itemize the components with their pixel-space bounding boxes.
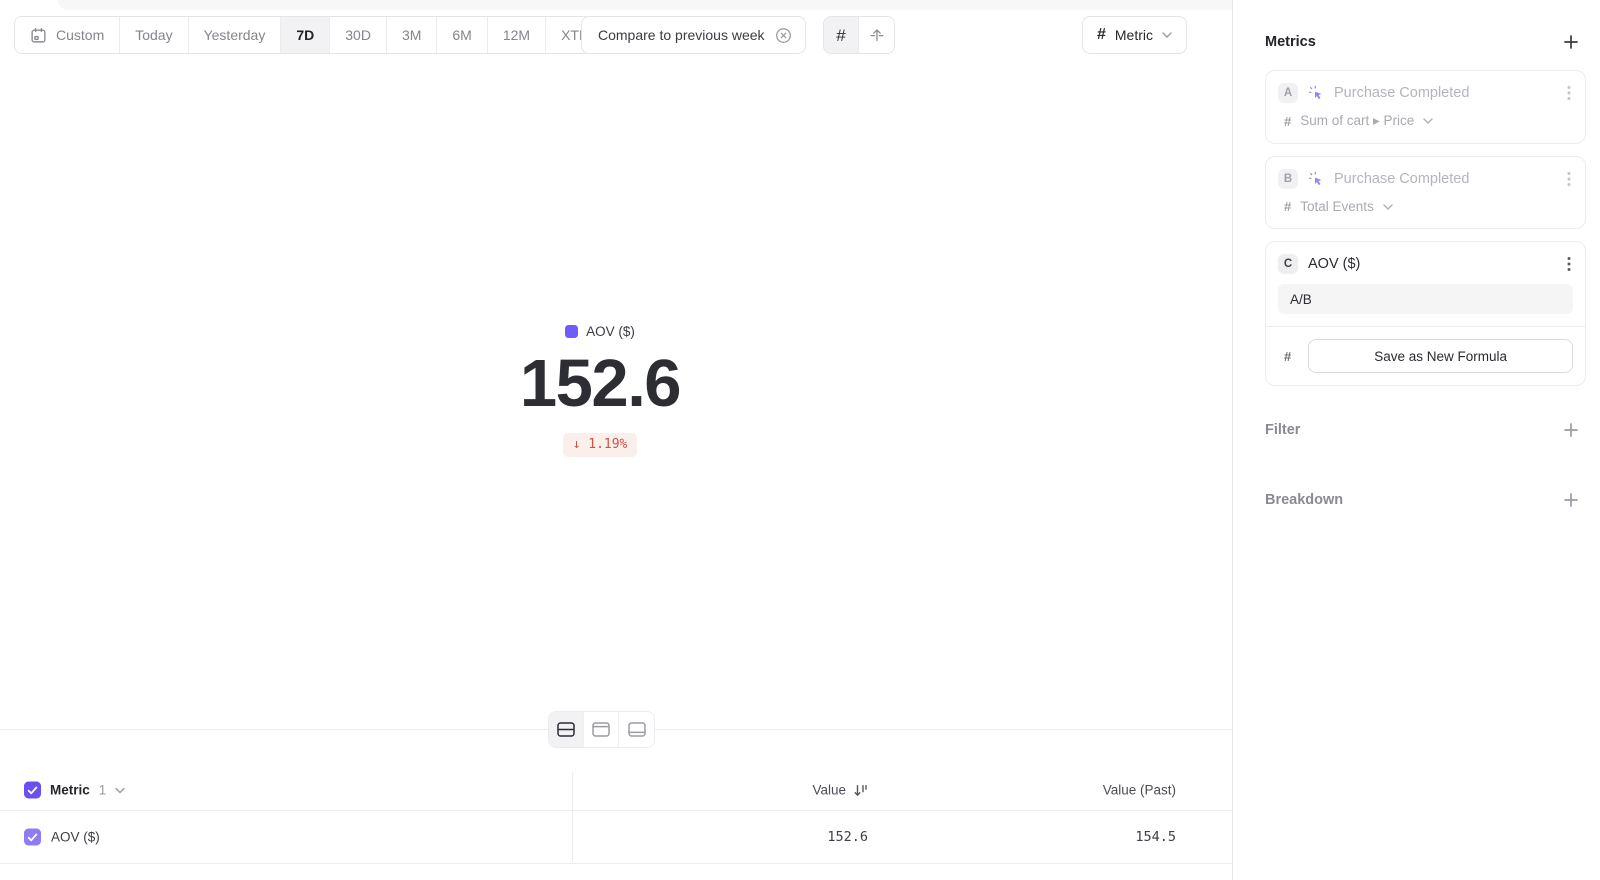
metric-group-checkbox[interactable] — [24, 782, 41, 799]
metric-group-index: 1 — [99, 783, 107, 798]
range-7d[interactable]: 7D — [281, 17, 330, 53]
date-range-group: Custom Today Yesterday 7D 30D 3M 6M 12M … — [14, 16, 624, 54]
calendar-icon — [30, 27, 47, 44]
save-formula-button[interactable]: Save as New Formula — [1308, 339, 1573, 373]
add-breakdown-button[interactable] — [1563, 492, 1579, 508]
formula-input[interactable]: A/B — [1278, 284, 1573, 314]
metric-badge-a: A — [1278, 83, 1298, 103]
hash-icon: # — [1278, 349, 1291, 364]
top-bar-layout-icon — [592, 722, 610, 737]
metrics-title: Metrics — [1265, 34, 1316, 50]
metric-group-label: Metric — [50, 783, 90, 798]
row-value-cell: 152.6 — [827, 829, 868, 845]
formula-c-menu-button[interactable] — [1565, 254, 1573, 274]
metric-b-menu-button[interactable] — [1565, 169, 1573, 189]
event-sparkle-icon — [1308, 171, 1324, 187]
metrics-section-header: Metrics — [1265, 30, 1586, 54]
metric-group-header[interactable]: Metric 1 — [24, 782, 125, 799]
remove-compare-icon[interactable] — [775, 27, 792, 44]
analytics-app: Custom Today Yesterday 7D 30D 3M 6M 12M … — [0, 0, 1600, 880]
formula-text: A/B — [1290, 292, 1312, 307]
query-sidebar: Metrics A Purchase Completed — [1232, 0, 1600, 880]
chart-panel: Custom Today Yesterday 7D 30D 3M 6M 12M … — [0, 0, 1232, 880]
split-view-button[interactable] — [549, 712, 584, 747]
metric-event-name-b: Purchase Completed — [1334, 171, 1469, 187]
compare-chip-label: Compare to previous week — [598, 27, 765, 43]
legend-label: AOV ($) — [586, 324, 635, 339]
chevron-down-icon — [1383, 204, 1393, 210]
kpi-big-number: AOV ($) 152.6 ↓ 1.19% — [0, 323, 1200, 457]
hash-format-button[interactable]: # — [824, 17, 859, 53]
toolbar: Custom Today Yesterday 7D 30D 3M 6M 12M … — [0, 16, 1232, 54]
table-row-divider — [0, 863, 1232, 864]
split-layout-icon — [557, 722, 575, 737]
range-yesterday[interactable]: Yesterday — [189, 17, 282, 53]
measure-label-a: Sum of cart ▸ Price — [1300, 113, 1414, 129]
row-checkbox[interactable] — [24, 829, 41, 846]
chevron-down-icon — [1423, 118, 1433, 124]
table-view-button[interactable] — [619, 712, 654, 747]
layout-toggle-group — [548, 711, 655, 748]
table-header-row: Metric 1 Value Value (Past) — [0, 770, 1232, 810]
value-column-header[interactable]: Value — [812, 783, 868, 798]
metric-card-a[interactable]: A Purchase Completed # Sum of cart ▸ Pri… — [1265, 70, 1586, 144]
legend-swatch — [565, 325, 578, 338]
range-6m[interactable]: 6M — [437, 17, 487, 53]
table-row: AOV ($) 152.6 154.5 — [0, 811, 1232, 863]
kpi-change-badge: ↓ 1.19% — [563, 433, 638, 457]
filter-section-header: Filter — [1265, 422, 1586, 438]
row-metric-name: AOV ($) — [51, 830, 100, 845]
filter-title: Filter — [1265, 422, 1300, 438]
marker-format-button[interactable] — [859, 17, 894, 53]
formula-name-c: AOV ($) — [1308, 256, 1360, 272]
breakdown-title: Breakdown — [1265, 492, 1343, 508]
table-column-divider — [572, 772, 573, 862]
add-metric-button[interactable] — [1563, 34, 1579, 50]
metric-event-name-a: Purchase Completed — [1334, 85, 1469, 101]
row-value-past-cell: 154.5 — [1135, 829, 1176, 845]
range-30d[interactable]: 30D — [330, 17, 387, 53]
hash-icon: # — [1284, 114, 1291, 129]
formula-card-c[interactable]: C AOV ($) A/B # Save as New Formula — [1265, 241, 1586, 386]
sort-descending-icon — [853, 783, 868, 797]
value-past-column-header[interactable]: Value (Past) — [1103, 783, 1176, 798]
metric-a-menu-button[interactable] — [1565, 83, 1573, 103]
kpi-legend: AOV ($) — [0, 323, 1200, 339]
metric-dropdown-label: Metric — [1115, 27, 1153, 43]
arrow-up-from-line-icon — [869, 27, 885, 43]
range-custom[interactable]: Custom — [15, 17, 120, 53]
metric-hash-icon: # — [1097, 27, 1106, 43]
measure-selector-b[interactable]: # Total Events — [1278, 199, 1573, 228]
range-3m[interactable]: 3M — [387, 17, 437, 53]
hash-icon: # — [1284, 199, 1291, 214]
compare-chip[interactable]: Compare to previous week — [581, 16, 806, 54]
measure-label-b: Total Events — [1300, 199, 1374, 214]
breakdown-section-header: Breakdown — [1265, 492, 1586, 508]
chevron-down-icon — [1162, 32, 1172, 38]
results-table: Metric 1 Value Value (Past) — [0, 770, 1232, 864]
value-format-toggle: # — [823, 16, 895, 54]
measure-selector-a[interactable]: # Sum of cart ▸ Price — [1278, 113, 1573, 143]
metric-card-b[interactable]: B Purchase Completed # Total Events — [1265, 156, 1586, 229]
metric-dropdown-button[interactable]: # Metric — [1082, 16, 1187, 54]
range-12m[interactable]: 12M — [488, 17, 546, 53]
chevron-down-icon — [115, 787, 125, 793]
bottom-bar-layout-icon — [628, 722, 646, 737]
range-today[interactable]: Today — [120, 17, 188, 53]
event-sparkle-icon — [1308, 85, 1324, 101]
add-filter-button[interactable] — [1563, 422, 1579, 438]
hash-icon: # — [836, 27, 845, 44]
range-custom-label: Custom — [56, 27, 104, 43]
metric-badge-b: B — [1278, 169, 1298, 189]
kpi-value: 152.6 — [0, 350, 1200, 417]
chart-view-button[interactable] — [584, 712, 619, 747]
top-strip — [58, 0, 1232, 10]
metric-badge-c: C — [1278, 254, 1298, 274]
